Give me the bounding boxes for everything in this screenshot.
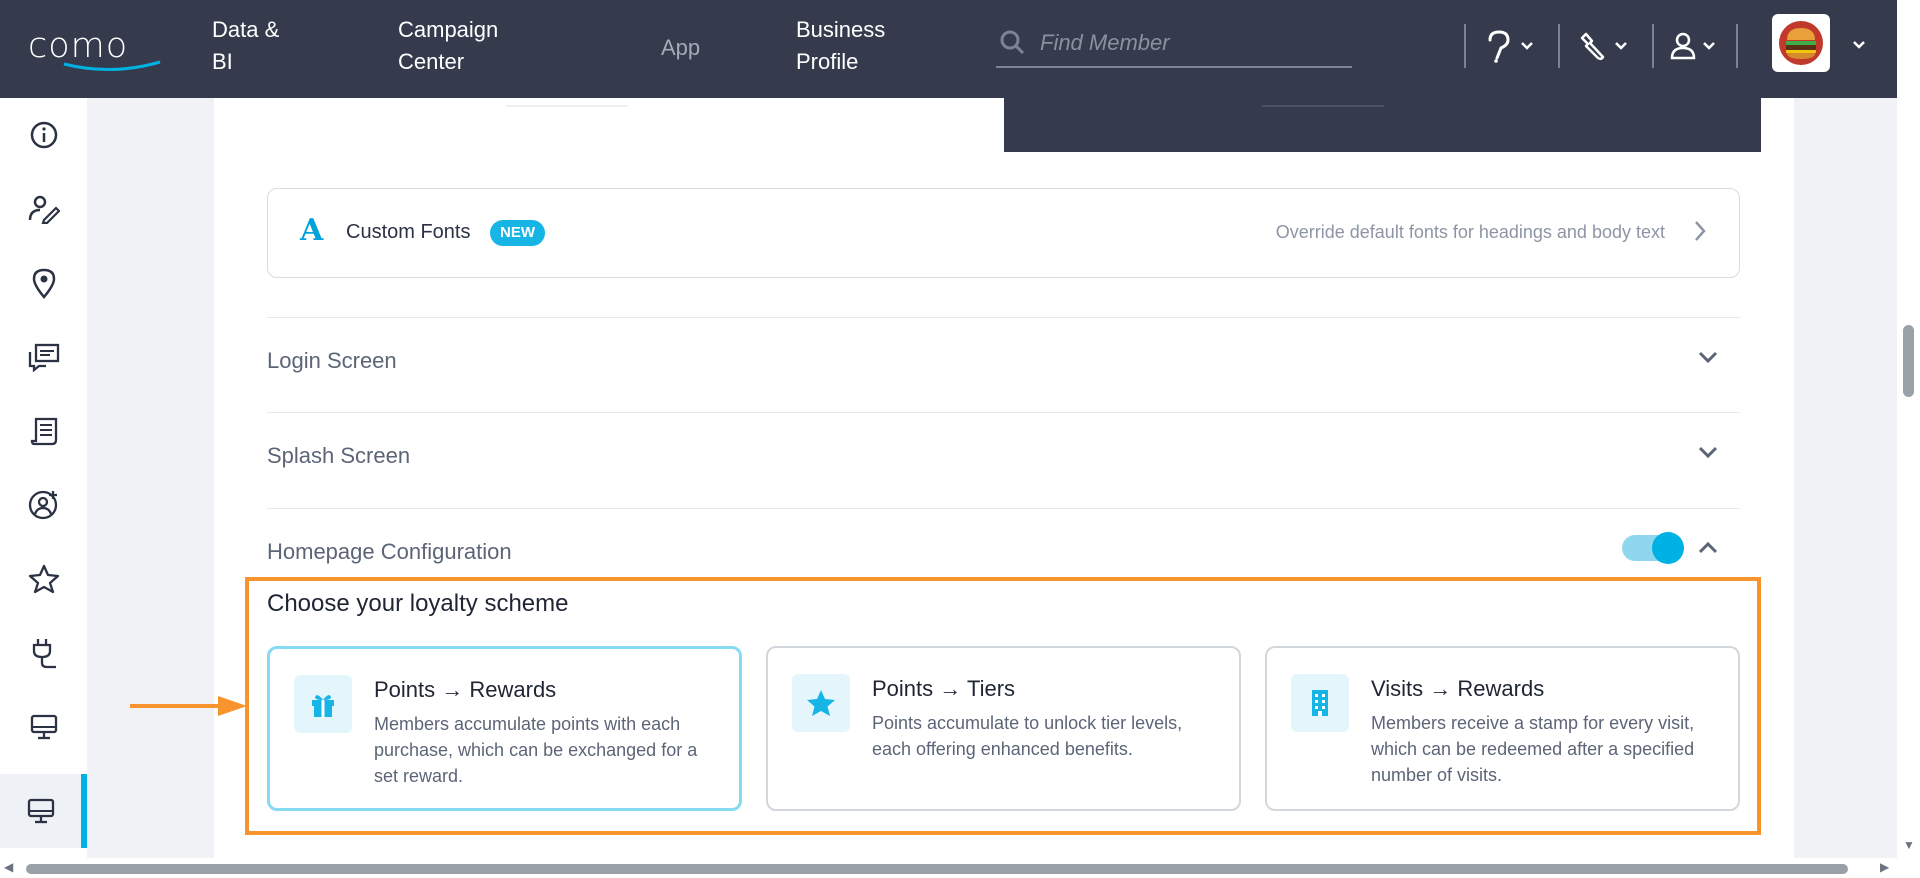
section-splash-screen[interactable]: Splash Screen <box>267 412 1740 507</box>
help-menu-button[interactable] <box>1484 28 1534 64</box>
custom-fonts-row[interactable]: A Custom Fonts NEW Override default font… <box>267 188 1740 278</box>
scroll-down-arrow-icon[interactable]: ▼ <box>1903 838 1915 852</box>
custom-fonts-description: Override default fonts for headings and … <box>1275 222 1665 242</box>
nav-campaign-center[interactable]: Campaign Center <box>398 14 498 78</box>
star-icon <box>807 690 835 716</box>
font-letter-icon: A <box>300 213 324 248</box>
scheme-icon-box <box>792 674 850 732</box>
sidebar-item-user-add[interactable] <box>0 468 87 542</box>
star-icon <box>28 564 59 594</box>
user-edit-icon <box>28 195 60 224</box>
chevron-down-icon <box>1698 351 1718 364</box>
scheme-description: Members accumulate points with each purc… <box>374 714 698 786</box>
section-login-screen[interactable]: Login Screen <box>267 317 1740 412</box>
receipt-icon <box>30 417 57 446</box>
monitor-icon <box>30 714 57 740</box>
chevron-down-icon <box>1521 42 1533 50</box>
scheme-title: Visits → Rewards <box>1371 676 1545 701</box>
scheme-card-visits-rewards[interactable]: Visits → Rewards Members receive a stamp… <box>1265 646 1740 811</box>
chevron-down-icon <box>1698 446 1718 459</box>
sidebar-item-location[interactable] <box>0 246 87 320</box>
nav-data-bi[interactable]: Data & BI <box>212 14 279 78</box>
left-sidebar <box>0 98 87 858</box>
search-input[interactable] <box>1040 28 1340 58</box>
find-member-search <box>996 22 1352 68</box>
chevron-down-icon[interactable] <box>1852 40 1866 50</box>
help-icon <box>1488 30 1510 63</box>
divider <box>1464 24 1466 68</box>
horizontal-scroll-thumb[interactable] <box>26 864 1848 874</box>
top-navigation-bar: como Data & BI Campaign Center App Busin… <box>0 0 1920 98</box>
burger-logo-icon <box>1779 21 1823 65</box>
toggle-knob <box>1652 532 1684 564</box>
nav-data-bi-line1: Data & <box>212 17 280 42</box>
horizontal-scrollbar[interactable]: ◀ ▶ <box>0 858 1920 878</box>
gift-icon <box>312 695 334 717</box>
nav-business-profile[interactable]: Business Profile <box>796 14 885 78</box>
scheme-icon-box <box>1291 674 1349 732</box>
sidebar-item-user-edit[interactable] <box>0 172 87 246</box>
info-icon <box>30 121 57 149</box>
sidebar-item-monitor[interactable] <box>0 690 87 764</box>
logo-swoosh-icon <box>63 60 161 71</box>
chevron-up-icon <box>1698 541 1718 554</box>
scroll-right-arrow-icon[interactable]: ▶ <box>1880 860 1889 874</box>
nav-app[interactable]: App <box>661 32 700 64</box>
nav-campaign-line2: Center <box>398 49 465 74</box>
nav-campaign-line1: Campaign <box>398 17 499 42</box>
scheme-title: Points → Rewards <box>374 677 557 702</box>
chevron-down-icon <box>1703 42 1715 50</box>
scheme-icon-box <box>294 675 352 733</box>
scheme-card-points-rewards[interactable]: Points → Rewards Members accumulate poin… <box>267 646 742 811</box>
section-title: Splash Screen <box>267 443 411 468</box>
scheme-title: Points → Tiers <box>872 676 1016 701</box>
scheme-description: Points accumulate to unlock tier levels,… <box>872 713 1183 759</box>
divider <box>1652 24 1654 68</box>
sidebar-item-info[interactable] <box>0 98 87 172</box>
sidebar-item-monitor-active[interactable] <box>0 774 87 848</box>
plug-icon <box>32 639 56 669</box>
scroll-left-arrow-icon[interactable]: ◀ <box>4 860 13 874</box>
chevron-right-icon <box>1695 221 1706 241</box>
nav-business-line1: Business <box>796 17 886 42</box>
section-title: Homepage Configuration <box>267 539 512 564</box>
nav-data-bi-line2: BI <box>212 49 233 74</box>
tools-icon <box>1580 32 1605 61</box>
chevron-down-icon <box>1615 42 1627 50</box>
pointer-arrow-icon <box>130 696 247 716</box>
custom-fonts-title: Custom Fonts <box>346 221 471 243</box>
divider <box>506 105 628 107</box>
divider <box>1262 105 1384 107</box>
business-avatar[interactable] <box>1772 14 1830 72</box>
new-badge: NEW <box>490 220 545 246</box>
sidebar-item-chat[interactable] <box>0 320 87 394</box>
scheme-description: Members receive a stamp for every visit,… <box>1371 713 1695 785</box>
divider <box>1558 24 1560 68</box>
scheme-card-points-tiers[interactable]: Points → Tiers Points accumulate to unlo… <box>766 646 1241 811</box>
user-menu-button[interactable] <box>1670 28 1716 64</box>
building-icon <box>1312 690 1328 716</box>
nav-business-line2: Profile <box>796 49 859 74</box>
sidebar-item-receipt[interactable] <box>0 394 87 468</box>
tools-menu-button[interactable] <box>1578 28 1628 64</box>
user-add-icon <box>28 490 57 520</box>
user-icon <box>1670 32 1696 60</box>
loyalty-scheme-title: Choose your loyalty scheme <box>267 590 569 617</box>
como-logo[interactable]: como <box>28 26 162 71</box>
monitor-icon <box>27 798 54 824</box>
divider <box>1736 24 1738 68</box>
vertical-scrollbar[interactable]: ▼ <box>1897 0 1920 858</box>
search-icon <box>1000 30 1025 55</box>
sidebar-item-star[interactable] <box>0 542 87 616</box>
section-title: Login Screen <box>267 348 397 373</box>
vertical-scroll-thumb[interactable] <box>1903 325 1914 397</box>
chat-board-icon <box>28 343 59 372</box>
homepage-config-toggle[interactable] <box>1622 532 1684 564</box>
location-pin-icon <box>32 268 55 299</box>
sidebar-item-plug[interactable] <box>0 616 87 690</box>
